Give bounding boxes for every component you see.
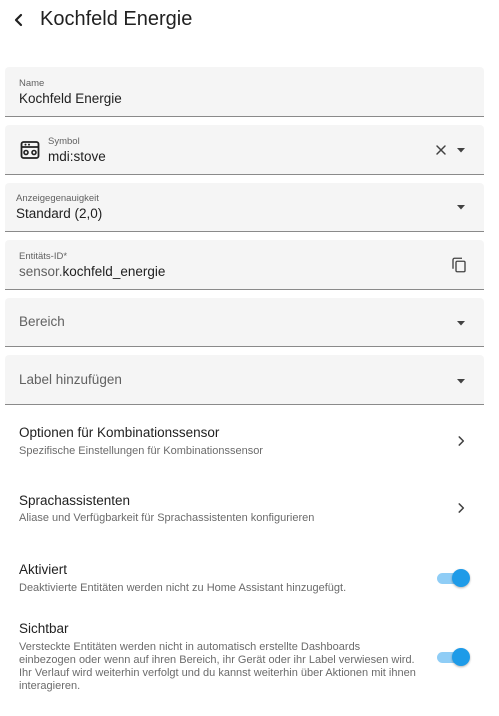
dropdown-arrow-icon[interactable] [455,201,467,213]
toggle-thumb [452,648,470,666]
label-placeholder: Label hinzufügen [19,372,122,387]
chevron-left-icon[interactable] [6,8,30,32]
dropdown-arrow-icon[interactable] [455,144,467,156]
dropdown-arrow-icon[interactable] [455,375,467,387]
row-title: Sprachassistenten [19,493,131,508]
entity-id-prefix: sensor. [19,264,63,279]
row-subtitle: Spezifische Einstellungen für Kombinatio… [19,445,263,457]
area-placeholder: Bereich [19,314,65,329]
toggle-thumb [452,569,470,587]
stove-icon [20,141,40,159]
symbol-label: Symbol [48,136,80,147]
enabled-toggle[interactable] [437,568,471,588]
clear-icon[interactable] [433,142,449,158]
combination-sensor-options-row[interactable]: Optionen für Kombinationssensor Spezifis… [0,415,499,469]
symbol-value: mdi:stove [48,149,106,164]
chevron-right-icon [458,436,465,446]
row-subtitle: Aliase und Verfügbarkeit für Sprachassis… [19,512,315,524]
label-select[interactable]: Label hinzufügen [5,355,484,405]
entity-id-value: sensor.kochfeld_energie [19,264,165,279]
name-label: Name [19,78,45,89]
name-field[interactable]: Name Kochfeld Energie [5,67,484,117]
visible-toggle[interactable] [437,647,471,667]
entity-id-field[interactable]: Entitäts-ID* sensor.kochfeld_energie [5,240,484,290]
symbol-field[interactable]: Symbol mdi:stove [5,125,484,175]
precision-value: Standard (2,0) [16,206,103,221]
chevron-right-icon [458,503,465,513]
enabled-setting: Aktiviert Deaktivierte Entitäten werden … [0,555,499,600]
name-value: Kochfeld Energie [19,91,122,106]
row-title: Optionen für Kombinationssensor [19,425,220,440]
visible-description: Versteckte Entitäten werden nicht in aut… [19,641,416,692]
copy-icon[interactable] [450,256,468,274]
area-select[interactable]: Bereich [5,298,484,347]
entity-id-name: kochfeld_energie [62,264,166,279]
precision-select[interactable]: Anzeigegenauigkeit Standard (2,0) [5,183,484,232]
enabled-title: Aktiviert [19,562,68,577]
page-title: Kochfeld Energie [40,8,193,30]
entity-id-label: Entitäts-ID* [19,251,68,262]
voice-assistants-row[interactable]: Sprachassistenten Aliase und Verfügbarke… [0,483,499,537]
visible-setting: Sichtbar Versteckte Entitäten werden nic… [0,614,499,704]
precision-label: Anzeigegenauigkeit [16,193,99,204]
enabled-description: Deaktivierte Entitäten werden nicht zu H… [19,582,347,594]
header: Kochfeld Energie [0,0,499,44]
visible-title: Sichtbar [19,621,69,636]
dropdown-arrow-icon[interactable] [455,317,467,329]
